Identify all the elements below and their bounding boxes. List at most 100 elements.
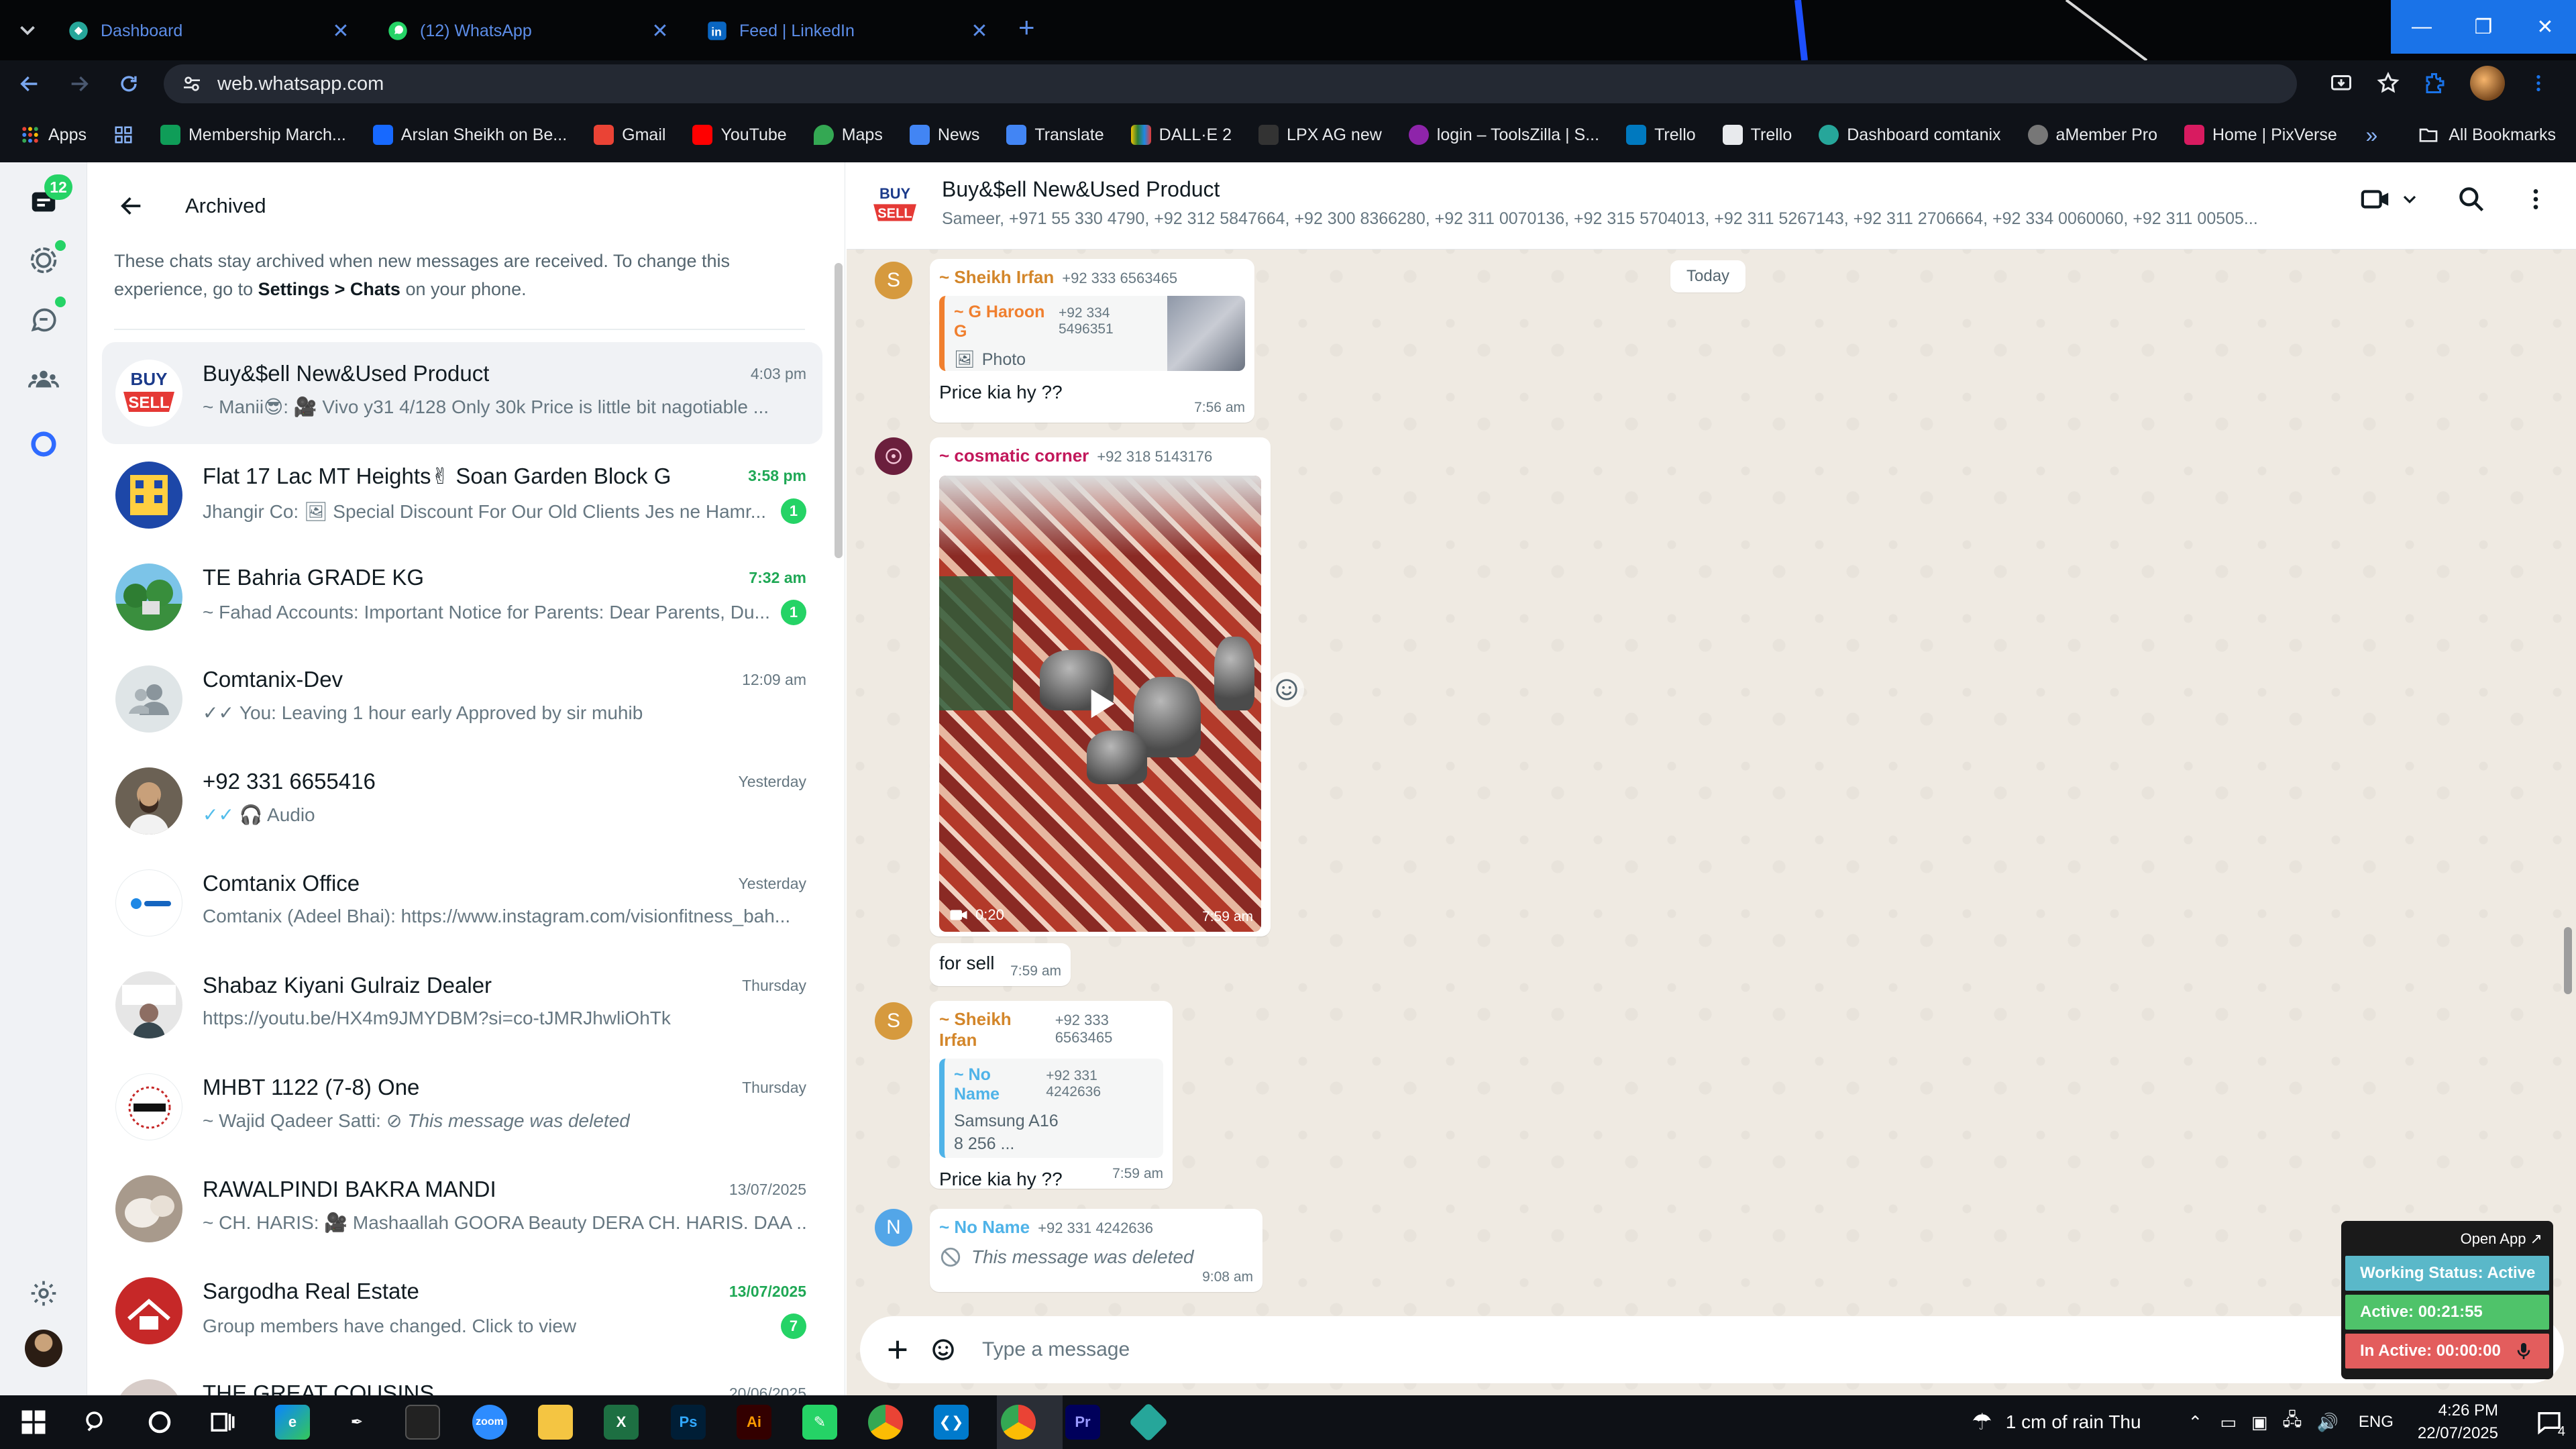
dashboard-app-icon[interactable] <box>1128 1402 1169 1442</box>
minimize-button[interactable]: — <box>2391 0 2453 54</box>
network-icon[interactable]: 🖧 <box>2282 1407 2302 1437</box>
message-bubble[interactable]: ~ No Name +92 331 4242636 This message wa… <box>930 1209 1263 1292</box>
message-bubble[interactable]: ~ Sheikh Irfan +92 333 6563465 ~ No Name +… <box>930 1001 1173 1189</box>
chat-item-great-cousins[interactable]: THE GREAT COUSINS 20/06/2025 <box>102 1362 822 1395</box>
photoshop-app-icon[interactable]: Ps <box>671 1405 706 1440</box>
tab-linkedin[interactable]: in Feed | LinkedIn ✕ <box>692 7 1006 55</box>
message-input[interactable]: Type a message <box>982 1338 1130 1361</box>
meet-now-icon[interactable]: ▭ <box>2220 1412 2237 1433</box>
more-vert-icon[interactable] <box>2528 72 2549 94</box>
bookmark-dashboard-comtanix[interactable]: Dashboard comtanix <box>1819 125 2001 145</box>
group-avatar[interactable]: BUY SELL <box>867 177 923 233</box>
sender-avatar[interactable]: S <box>875 262 912 299</box>
chat-item-comtanix-dev[interactable]: Comtanix-Dev 12:09 am ✓✓ You: Leaving 1 ho… <box>102 648 822 750</box>
bookmark-lpx[interactable]: LPX AG new <box>1258 125 1382 145</box>
chevron-up-icon[interactable]: ⌃ <box>2188 1412 2203 1433</box>
chrome-app-icon[interactable] <box>868 1405 903 1440</box>
message-bubble[interactable]: for sell 7:59 am <box>930 943 1071 986</box>
pen-app-icon[interactable]: ✒ <box>339 1405 374 1440</box>
conversation-scrollbar[interactable] <box>2564 927 2572 994</box>
quoted-message[interactable]: ~ No Name +92 331 4242636 Samsung A16 8 2… <box>939 1059 1163 1158</box>
bookmark-behance[interactable]: Arslan Sheikh on Be... <box>372 125 567 145</box>
chat-item-buysell[interactable]: BUY SELL Buy&$ell New&Used Product 4:03 pm… <box>102 342 822 444</box>
rail-meta-ai-button[interactable] <box>23 424 64 464</box>
bookmark-maps[interactable]: Maps <box>813 125 883 145</box>
chat-item-te-bahria[interactable]: TE Bahria GRADE KG 7:32 am ~ Fahad Accoun… <box>102 546 822 648</box>
react-button[interactable] <box>1269 672 1304 707</box>
chat-item-comtanix-office[interactable]: Comtanix Office Yesterday Comtanix (Adeel… <box>102 852 822 954</box>
clock[interactable]: 4:26 PM 22/07/2025 <box>2418 1399 2498 1445</box>
bookmark-amember[interactable]: aMember Pro <box>2027 125 2157 145</box>
video-thumbnail[interactable]: 0:20 7:59 am <box>939 476 1261 932</box>
open-app-link[interactable]: Open App ↗ <box>2345 1225 2549 1252</box>
notification-center-button[interactable]: 4 <box>2522 1395 2576 1449</box>
bookmark-gmail[interactable]: Gmail <box>594 125 665 145</box>
play-icon[interactable] <box>1079 682 1122 725</box>
restore-button[interactable]: ❐ <box>2453 0 2514 54</box>
bookmark-pixverse[interactable]: Home | PixVerse <box>2184 125 2337 145</box>
excel-app-icon[interactable]: X <box>604 1405 639 1440</box>
archived-back-button[interactable] <box>105 179 158 233</box>
weather-widget[interactable]: ☂ 1 cm of rain Thu <box>1972 1409 2141 1436</box>
bookmark-toolszilla[interactable]: login – ToolsZilla | S... <box>1408 125 1599 145</box>
start-button[interactable] <box>16 1405 51 1440</box>
cortana-button[interactable] <box>142 1405 177 1440</box>
bookmark-trello-2[interactable]: Trello <box>1722 125 1792 145</box>
chat-item-bakra-mandi[interactable]: RAWALPINDI BAKRA MANDI 13/07/2025 ~ CH. H… <box>102 1158 822 1260</box>
close-window-button[interactable]: ✕ <box>2514 0 2576 54</box>
my-profile-avatar[interactable] <box>25 1330 62 1367</box>
all-bookmarks-button[interactable]: All Bookmarks <box>2418 124 2556 146</box>
quoted-message[interactable]: ~ G Haroon G +92 334 5496351 🖼 Photo <box>939 296 1245 371</box>
tab-whatsapp[interactable]: (12) WhatsApp ✕ <box>373 7 687 55</box>
rail-settings-button[interactable] <box>23 1273 64 1313</box>
tab-dashboard[interactable]: Dashboard ✕ <box>54 7 368 55</box>
terminal-app-icon[interactable] <box>405 1405 440 1440</box>
search-icon[interactable] <box>2457 184 2486 214</box>
star-bookmark-icon[interactable] <box>2376 71 2400 95</box>
install-app-icon[interactable] <box>2329 71 2353 95</box>
sticker-button[interactable] <box>922 1328 965 1371</box>
vscode-app-icon[interactable]: ❮❯ <box>934 1405 969 1440</box>
close-icon[interactable]: ✕ <box>648 19 672 43</box>
language-indicator[interactable]: ENG <box>2359 1413 2394 1432</box>
site-info-icon[interactable] <box>181 73 203 95</box>
attach-button[interactable] <box>876 1328 919 1371</box>
chat-item-mhbt-1122[interactable]: MHBT 1122 (7-8) One Thursday ~ Wajid Qade… <box>102 1056 822 1158</box>
display-icon[interactable]: ▣ <box>2251 1412 2268 1433</box>
address-bar[interactable]: web.whatsapp.com <box>164 64 2297 103</box>
chat-item-sargodha-real-estate[interactable]: Sargodha Real Estate 13/07/2025 Group mem… <box>102 1260 822 1362</box>
tab-search-button[interactable] <box>15 17 40 43</box>
edge-app-icon[interactable]: e <box>275 1405 310 1440</box>
sender-avatar[interactable]: S <box>875 1002 912 1040</box>
bookmark-news[interactable]: News <box>909 125 979 145</box>
bookmark-apps[interactable]: Apps <box>20 125 87 145</box>
bookmark-translate[interactable]: Translate <box>1006 125 1104 145</box>
bookmark-membership[interactable]: Membership March... <box>160 125 346 145</box>
chat-item-flat-17-lac[interactable]: Flat 17 Lac MT Heights✌ Soan Garden Bloc… <box>102 444 822 546</box>
illustrator-app-icon[interactable]: Ai <box>737 1405 771 1440</box>
taskbar-search-button[interactable] <box>79 1405 114 1440</box>
conversation-header[interactable]: BUY SELL Buy&$ell New&Used Product Sameer… <box>847 162 2576 250</box>
new-tab-button[interactable]: + <box>1018 13 1035 42</box>
volume-icon[interactable]: 🔊 <box>2316 1412 2338 1433</box>
sender-avatar[interactable]: N <box>875 1209 912 1246</box>
video-call-button[interactable] <box>2360 184 2420 215</box>
green-app-icon[interactable]: ✎ <box>802 1405 837 1440</box>
bookmark-dalle[interactable]: DALL·E 2 <box>1130 125 1232 145</box>
reload-button[interactable] <box>109 64 149 104</box>
chat-item-shabaz-kiyani[interactable]: Shabaz Kiyani Gulraiz Dealer Thursday htt… <box>102 954 822 1056</box>
close-icon[interactable]: ✕ <box>967 19 991 43</box>
mic-icon[interactable] <box>2513 1340 2534 1362</box>
close-icon[interactable]: ✕ <box>329 19 353 43</box>
rail-communities-button[interactable] <box>23 360 64 400</box>
more-vert-icon[interactable] <box>2522 186 2549 213</box>
back-button[interactable] <box>9 64 50 104</box>
message-bubble[interactable]: ~ Sheikh Irfan +92 333 6563465 ~ G Haroon… <box>930 259 1254 423</box>
sidebar-scrollbar[interactable] <box>835 263 843 558</box>
bookmark-tab-groups[interactable] <box>113 125 133 145</box>
video-message-bubble[interactable]: ~ cosmatic corner +92 318 5143176 0:20 7:… <box>930 437 1271 936</box>
chrome-active-app-icon[interactable] <box>1001 1405 1036 1440</box>
forward-button[interactable] <box>59 64 99 104</box>
sender-avatar[interactable] <box>875 437 912 475</box>
file-explorer-icon[interactable] <box>538 1405 573 1440</box>
